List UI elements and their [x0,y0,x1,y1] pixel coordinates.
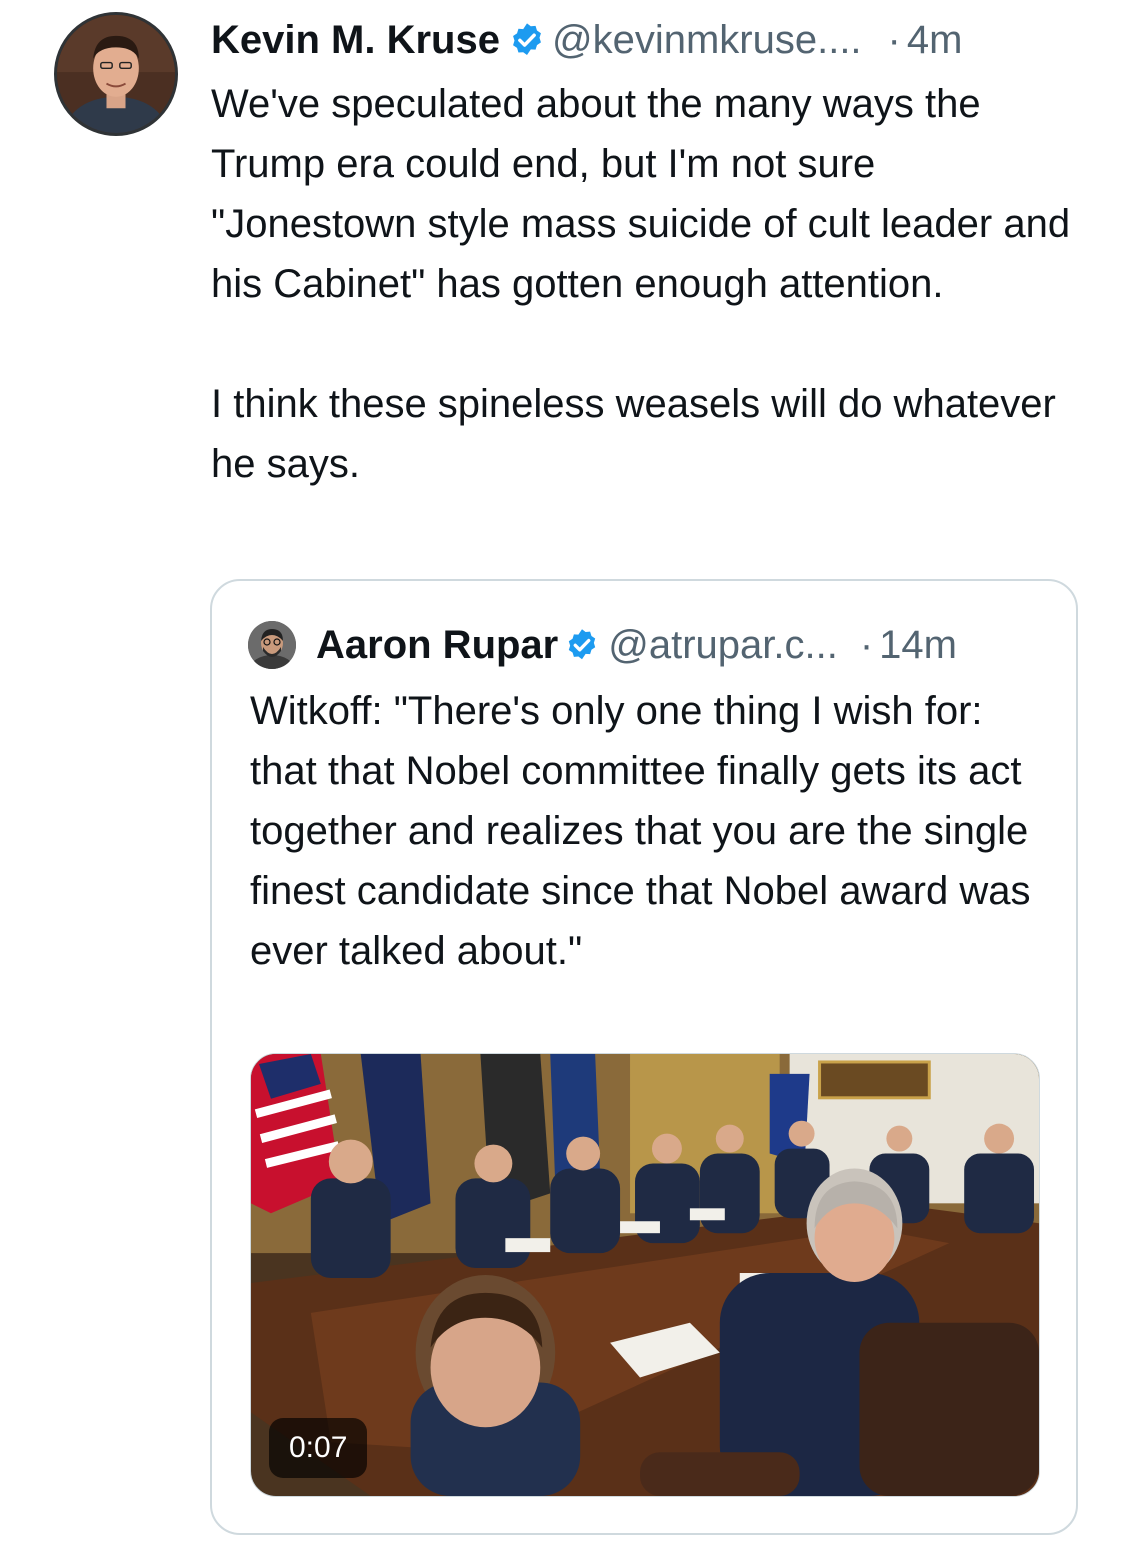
author-name[interactable]: Kevin M. Kruse [211,12,500,68]
avatar-photo [57,15,175,133]
quoted-header-separator: · [859,623,874,667]
quoted-author-avatar [248,621,296,669]
tweet-paragraph-2: I think these spineless weasels will do … [211,382,1056,486]
quoted-tweet-header: Aaron Rupar @atrupar.c... · 14m [248,617,1048,673]
video-thumbnail [251,1054,1039,1496]
quoted-tweet-text: Witkoff: "There's only one thing I wish … [250,689,1031,973]
author-handle[interactable]: @kevinmkruse.... [552,12,862,68]
author-avatar[interactable] [54,12,178,136]
tweet-paragraph-1: We've speculated about the many ways the… [211,82,1071,306]
tweet-timestamp[interactable]: 4m [907,12,963,68]
verified-badge-icon [508,21,546,59]
quoted-tweet-timestamp[interactable]: 14m [879,617,957,673]
quoted-tweet-card[interactable]: Aaron Rupar @atrupar.c... · 14m Witkoff:… [210,579,1078,1535]
verified-badge-icon [564,627,600,663]
tweet-header: Kevin M. Kruse @kevinmkruse.... · 4m [211,12,1091,68]
video-duration-badge: 0:07 [269,1418,368,1478]
header-separator: · [887,18,901,62]
quoted-author-handle[interactable]: @atrupar.c... [608,617,838,673]
quoted-author-name[interactable]: Aaron Rupar [316,617,558,673]
video-player[interactable]: 0:07 [250,1053,1040,1497]
tweet-text: We've speculated about the many ways the… [211,74,1091,494]
